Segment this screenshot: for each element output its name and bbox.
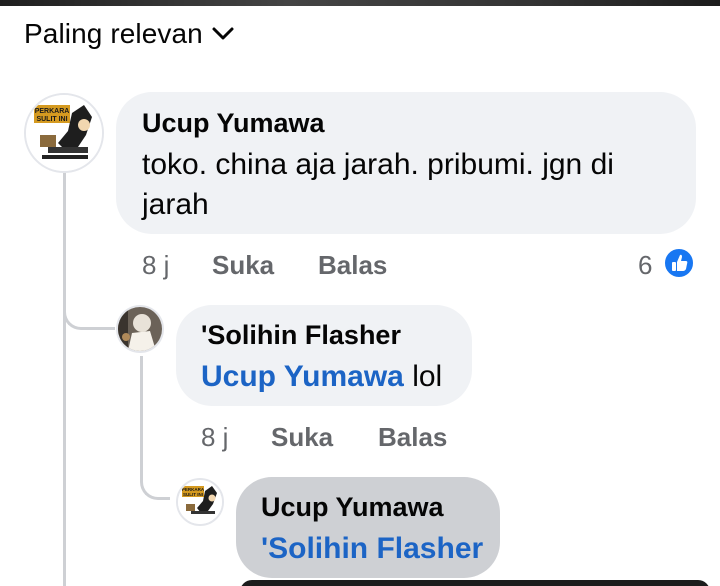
thread-line-main	[63, 172, 66, 586]
chevron-down-icon	[211, 22, 235, 46]
svg-text:SULIT INI: SULIT INI	[183, 492, 203, 497]
comment-author[interactable]: Ucup Yumawa	[142, 108, 325, 139]
comment-text-line-2: jarah	[142, 188, 209, 221]
svg-text:SULIT INI: SULIT INI	[36, 116, 67, 123]
comment-author[interactable]: Ucup Yumawa	[261, 492, 444, 523]
avatar-logo-text: PERKARA	[35, 108, 70, 115]
like-button[interactable]: Suka	[271, 422, 333, 453]
sort-dropdown[interactable]: Paling relevan	[24, 16, 235, 52]
thread-line-reply	[140, 356, 143, 476]
like-button[interactable]: Suka	[212, 250, 274, 281]
avatar[interactable]: PERKARA SULIT INI	[176, 478, 224, 526]
mention-link[interactable]: Ucup Yumawa	[201, 360, 404, 393]
top-edge-strip	[0, 0, 720, 6]
comment-timestamp[interactable]: 8 j	[142, 250, 169, 281]
comment-text: Ucup Yumawa lol	[201, 356, 442, 397]
thread-elbow-reply-1	[63, 290, 115, 330]
bottom-bar	[240, 580, 710, 586]
comment-timestamp[interactable]: 8 j	[201, 422, 228, 453]
mention-link[interactable]: 'Solihin Flasher	[261, 532, 483, 565]
comment-text-body: lol	[403, 360, 443, 393]
comment-text-line-1: toko. china aja jarah. pribumi. jgn di	[142, 148, 614, 181]
comment-text: 'Solihin Flasher	[261, 528, 483, 569]
avatar[interactable]: PERKARA SULIT INI	[24, 93, 104, 173]
avatar[interactable]	[116, 305, 164, 353]
comment-author[interactable]: 'Solihin Flasher	[201, 320, 401, 351]
reply-button[interactable]: Balas	[318, 250, 387, 281]
thread-elbow-reply-2	[140, 460, 170, 500]
reaction-count[interactable]: 6	[638, 250, 652, 281]
like-icon	[663, 247, 695, 279]
reply-button[interactable]: Balas	[378, 422, 447, 453]
sort-label: Paling relevan	[24, 18, 203, 49]
